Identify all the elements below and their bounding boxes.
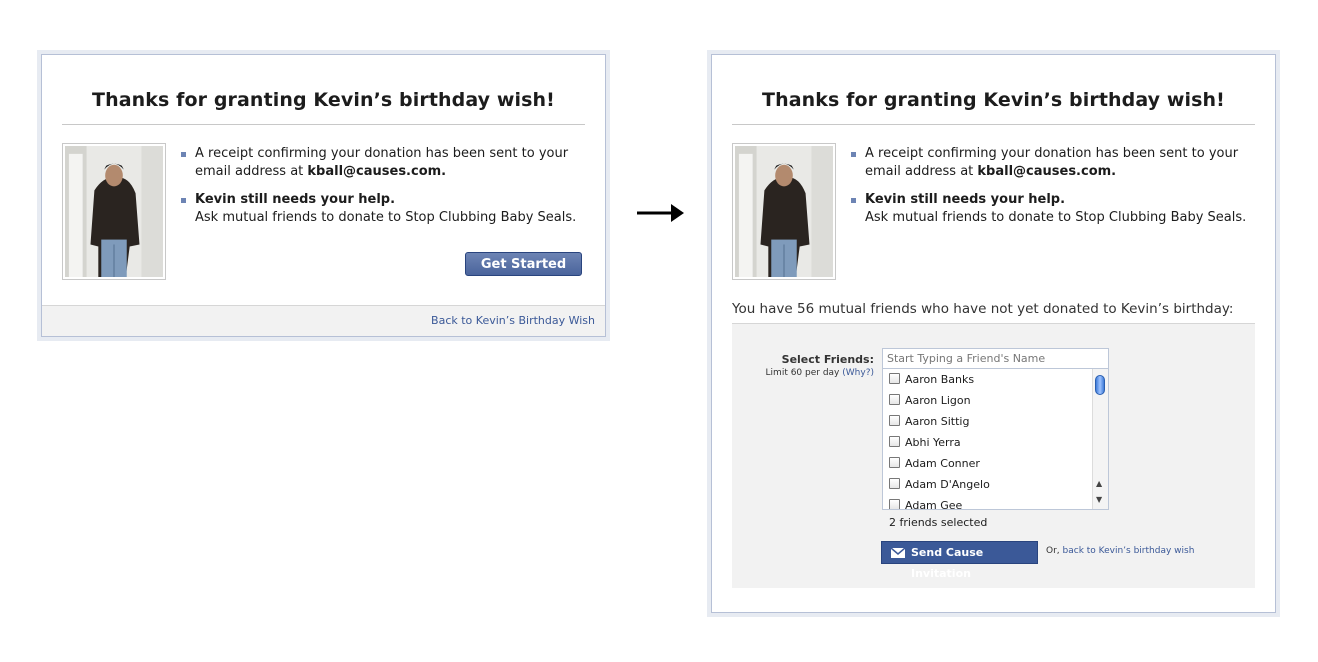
friend-checkbox[interactable] — [889, 436, 900, 447]
send-cause-invitation-button[interactable]: Send Cause Invitation — [881, 541, 1038, 580]
get-started-button[interactable]: Get Started — [465, 252, 582, 276]
help-heading: Kevin still needs your help. — [195, 192, 396, 207]
dialog-footer: Back to Kevin’s Birthday Wish — [42, 305, 605, 336]
friend-selector: Start Typing a Friend's Name Aaron Banks… — [882, 348, 1109, 510]
friend-name: Aaron Ligon — [905, 394, 971, 407]
help-text: Ask mutual friends to donate to Stop Clu… — [195, 210, 577, 225]
friend-list-item[interactable]: Adam Gee — [883, 495, 1094, 509]
friend-name: Abhi Yerra — [905, 436, 961, 449]
divider — [732, 124, 1255, 125]
info-bullets: A receipt confirming your donation has b… — [850, 145, 1250, 237]
friend-list-item[interactable]: Aaron Ligon — [883, 390, 1094, 411]
friend-checkbox[interactable] — [889, 415, 900, 426]
info-bullets: A receipt confirming your donation has b… — [180, 145, 580, 237]
selected-count: 2 friends selected — [889, 516, 988, 529]
dialog-title: Thanks for granting Kevin’s birthday wis… — [762, 89, 1225, 111]
select-friends-label: Select Friends: — [781, 353, 874, 366]
bullet-icon — [181, 198, 186, 203]
bullet-icon — [851, 198, 856, 203]
back-to-birthday-wish-link[interactable]: Back to Kevin’s Birthday Wish — [431, 314, 595, 327]
dialog-body: Thanks for granting Kevin’s birthday wis… — [711, 54, 1276, 613]
limit-text: Limit 60 per day (Why?) — [752, 368, 874, 378]
friend-search-input[interactable]: Start Typing a Friend's Name — [883, 349, 1108, 369]
help-text: Ask mutual friends to donate to Stop Clu… — [865, 210, 1247, 225]
receipt-text: A receipt confirming your donation has b… — [865, 146, 1239, 161]
bullet-icon — [181, 152, 186, 157]
receipt-text-2: email address at — [865, 164, 978, 179]
profile-photo — [62, 143, 166, 280]
profile-photo — [732, 143, 836, 280]
envelope-icon — [891, 548, 905, 558]
friend-list-item[interactable]: Aaron Sittig — [883, 411, 1094, 432]
why-link[interactable]: (Why?) — [842, 368, 874, 378]
back-to-birthday-wish-link[interactable]: back to Kevin’s birthday wish — [1063, 546, 1195, 556]
friend-list-item[interactable]: Abhi Yerra — [883, 432, 1094, 453]
help-bullet: Kevin still needs your help. Ask mutual … — [180, 191, 580, 227]
dialog-body: Thanks for granting Kevin’s birthday wis… — [41, 54, 606, 337]
arrow-right-icon — [637, 204, 684, 222]
thanks-dialog-initial: Thanks for granting Kevin’s birthday wis… — [37, 50, 610, 341]
receipt-bullet: A receipt confirming your donation has b… — [180, 145, 580, 181]
friend-name: Aaron Banks — [905, 373, 975, 386]
friend-checkbox[interactable] — [889, 394, 900, 405]
bullet-icon — [851, 152, 856, 157]
or-label: Or, — [1046, 546, 1063, 556]
thanks-dialog-invite: Thanks for granting Kevin’s birthday wis… — [707, 50, 1280, 617]
receipt-text: A receipt confirming your donation has b… — [195, 146, 569, 161]
friend-checkbox[interactable] — [889, 499, 900, 509]
receipt-text-2: email address at — [195, 164, 308, 179]
friend-name: Adam Gee — [905, 499, 963, 509]
friend-list-item[interactable]: Adam Conner — [883, 453, 1094, 474]
friend-list-item[interactable]: Adam D'Angelo — [883, 474, 1094, 495]
friend-list: Aaron Banks Aaron Ligon Aaron Sittig Abh… — [883, 369, 1094, 509]
friend-selector-panel: Select Friends: Limit 60 per day (Why?) … — [732, 323, 1255, 588]
help-heading: Kevin still needs your help. — [865, 192, 1066, 207]
scrollbar-thumb[interactable] — [1095, 375, 1105, 395]
email-address: kball@causes.com. — [307, 164, 447, 179]
send-button-label: Send Cause Invitation — [911, 546, 984, 580]
divider — [62, 124, 585, 125]
help-bullet: Kevin still needs your help. Ask mutual … — [850, 191, 1250, 227]
or-back-text: Or, back to Kevin’s birthday wish — [1046, 546, 1194, 556]
scroll-up-arrow-icon[interactable]: ▲ — [1096, 479, 1102, 488]
receipt-bullet: A receipt confirming your donation has b… — [850, 145, 1250, 181]
friend-checkbox[interactable] — [889, 373, 900, 384]
friend-list-item[interactable]: Aaron Banks — [883, 369, 1094, 390]
email-address: kball@causes.com. — [977, 164, 1117, 179]
limit-label: Limit 60 per day — [765, 368, 840, 378]
friend-name: Adam D'Angelo — [905, 478, 990, 491]
dialog-title: Thanks for granting Kevin’s birthday wis… — [92, 89, 555, 111]
friend-checkbox[interactable] — [889, 478, 900, 489]
friend-name: Adam Conner — [905, 457, 980, 470]
friend-list-scrollbar[interactable]: ▲ ▼ — [1092, 369, 1108, 509]
friend-checkbox[interactable] — [889, 457, 900, 468]
mutual-friends-text: You have 56 mutual friends who have not … — [732, 301, 1234, 317]
scroll-down-arrow-icon[interactable]: ▼ — [1096, 495, 1102, 504]
friend-name: Aaron Sittig — [905, 415, 970, 428]
